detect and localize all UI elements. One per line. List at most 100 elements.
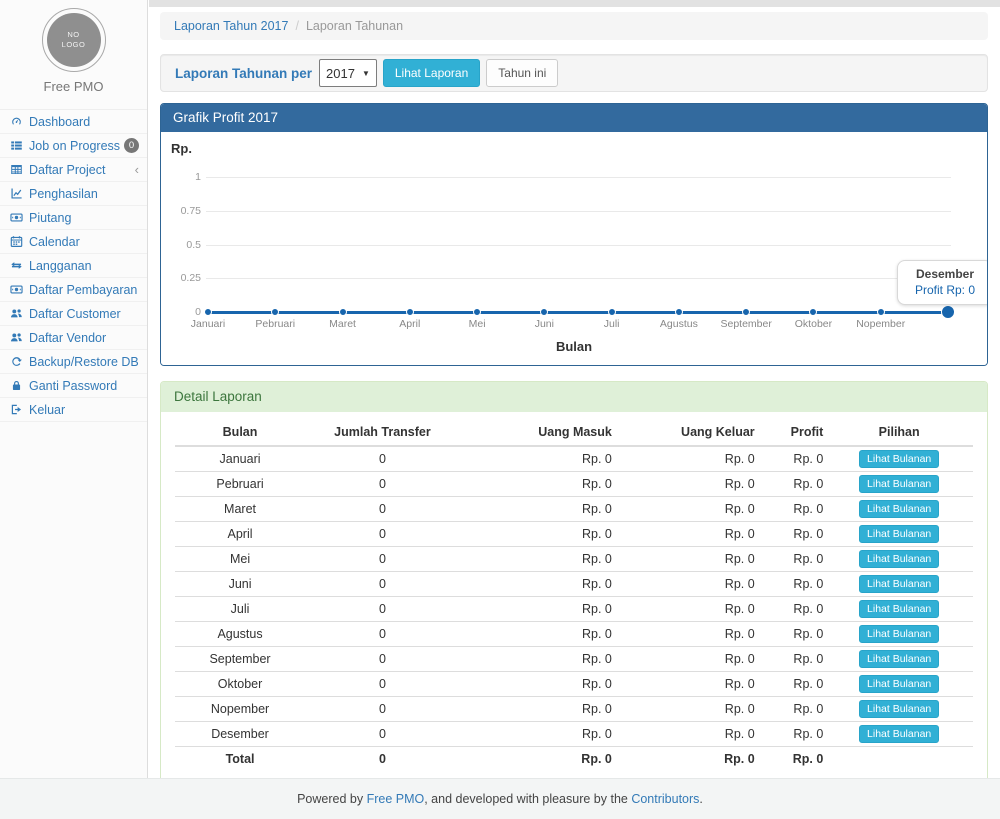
- footer-text-middle: , and developed with pleasure by the: [424, 792, 631, 806]
- table-header-row: BulanJumlah TransferUang MasukUang Kelua…: [175, 419, 973, 446]
- view-monthly-button[interactable]: Lihat Bulanan: [859, 475, 939, 493]
- view-monthly-button[interactable]: Lihat Bulanan: [859, 650, 939, 668]
- breadcrumb-current: Laporan Tahunan: [306, 19, 403, 33]
- view-monthly-button[interactable]: Lihat Bulanan: [859, 500, 939, 518]
- sidebar-item-calendar[interactable]: Calendar: [0, 230, 147, 254]
- sidebar-item-label: Ganti Password: [29, 379, 117, 393]
- cell-pilihan: Lihat Bulanan: [825, 572, 973, 597]
- gridline-y-0.75: [206, 211, 951, 212]
- current-year-button[interactable]: Tahun ini: [486, 59, 558, 87]
- cell-pilihan: [825, 747, 973, 771]
- sidebar-item-piutang[interactable]: Piutang: [0, 206, 147, 230]
- sidebar-item-penghasilan[interactable]: Penghasilan: [0, 182, 147, 206]
- cell-bulan: Maret: [175, 497, 305, 522]
- cell-bulan: Oktober: [175, 672, 305, 697]
- users-icon: [10, 307, 23, 320]
- cell-pilihan: Lihat Bulanan: [825, 697, 973, 722]
- x-tick-label: September: [711, 318, 781, 330]
- data-point-september[interactable]: [742, 308, 750, 316]
- cell-pilihan: Lihat Bulanan: [825, 547, 973, 572]
- sidebar: NO LOGO Free PMO DashboardJob on Progres…: [0, 0, 148, 778]
- cell-bulan: Mei: [175, 547, 305, 572]
- column-header-uang-masuk: Uang Masuk: [460, 419, 614, 446]
- view-monthly-button[interactable]: Lihat Bulanan: [859, 450, 939, 468]
- cell-profit: Rp. 0: [757, 647, 826, 672]
- cell-uang_keluar: Rp. 0: [614, 547, 757, 572]
- cell-bulan: Juni: [175, 572, 305, 597]
- view-monthly-button[interactable]: Lihat Bulanan: [859, 700, 939, 718]
- view-monthly-button[interactable]: Lihat Bulanan: [859, 600, 939, 618]
- data-point-pebruari[interactable]: [271, 308, 279, 316]
- view-monthly-button[interactable]: Lihat Bulanan: [859, 675, 939, 693]
- cell-jumlah_transfer: 0: [305, 522, 460, 547]
- users-icon: [10, 331, 23, 344]
- view-monthly-button[interactable]: Lihat Bulanan: [859, 525, 939, 543]
- data-point-mei[interactable]: [473, 308, 481, 316]
- footer-text-prefix: Powered by: [297, 792, 366, 806]
- sidebar-item-daftar-project[interactable]: Daftar Project‹: [0, 158, 147, 182]
- profit-chart: Rp. 10.750.50.250JanuariPebruariMaretApr…: [161, 132, 987, 365]
- data-point-april[interactable]: [406, 308, 414, 316]
- detail-report-title: Detail Laporan: [161, 382, 987, 412]
- cell-profit: Rp. 0: [757, 697, 826, 722]
- view-monthly-button[interactable]: Lihat Bulanan: [859, 725, 939, 743]
- dashboard-icon: [10, 115, 23, 128]
- cell-pilihan: Lihat Bulanan: [825, 522, 973, 547]
- sidebar-item-label: Dashboard: [29, 115, 90, 129]
- cell-pilihan: Lihat Bulanan: [825, 622, 973, 647]
- sidebar-item-langganan[interactable]: Langganan: [0, 254, 147, 278]
- sidebar-item-ganti-password[interactable]: Ganti Password: [0, 374, 147, 398]
- data-point-maret[interactable]: [339, 308, 347, 316]
- sidebar-item-daftar-vendor[interactable]: Daftar Vendor: [0, 326, 147, 350]
- sidebar-item-daftar-pembayaran[interactable]: Daftar Pembayaran: [0, 278, 147, 302]
- sidebar-item-job-on-progress[interactable]: Job on Progress0: [0, 134, 147, 158]
- breadcrumb-link[interactable]: Laporan Tahun 2017: [174, 19, 288, 33]
- x-tick-label: Maret: [308, 318, 378, 330]
- data-point-juni[interactable]: [540, 308, 548, 316]
- view-monthly-button[interactable]: Lihat Bulanan: [859, 550, 939, 568]
- cell-jumlah_transfer: 0: [305, 672, 460, 697]
- retweet-icon: [10, 259, 23, 272]
- monthly-report-table: BulanJumlah TransferUang MasukUang Kelua…: [175, 419, 973, 771]
- profit-chart-panel: Grafik Profit 2017 Rp. 10.750.50.250Janu…: [160, 103, 988, 366]
- free-pmo-link[interactable]: Free PMO: [367, 792, 425, 806]
- view-report-button[interactable]: Lihat Laporan: [383, 59, 480, 87]
- x-axis-title: Bulan: [161, 339, 987, 354]
- cell-pilihan: Lihat Bulanan: [825, 497, 973, 522]
- table-row-oktober: Oktober0Rp. 0Rp. 0Rp. 0Lihat Bulanan: [175, 672, 973, 697]
- data-point-juli[interactable]: [608, 308, 616, 316]
- data-point-nopember[interactable]: [877, 308, 885, 316]
- data-point-agustus[interactable]: [675, 308, 683, 316]
- cell-uang_keluar: Rp. 0: [614, 522, 757, 547]
- cell-bulan: Januari: [175, 446, 305, 472]
- line-chart-icon: [10, 187, 23, 200]
- cell-jumlah_transfer: 0: [305, 497, 460, 522]
- chart-tooltip: Desember Profit Rp: 0: [897, 260, 987, 305]
- y-tick-label: 0: [163, 306, 201, 318]
- view-monthly-button[interactable]: Lihat Bulanan: [859, 625, 939, 643]
- sidebar-item-dashboard[interactable]: Dashboard: [0, 110, 147, 134]
- view-monthly-button[interactable]: Lihat Bulanan: [859, 575, 939, 593]
- cell-bulan: Agustus: [175, 622, 305, 647]
- table-row-januari: Januari0Rp. 0Rp. 0Rp. 0Lihat Bulanan: [175, 446, 973, 472]
- total-row: Total0Rp. 0Rp. 0Rp. 0: [175, 747, 973, 771]
- sidebar-item-backup-restore-db[interactable]: Backup/Restore DB: [0, 350, 147, 374]
- data-point-oktober[interactable]: [809, 308, 817, 316]
- cell-pilihan: Lihat Bulanan: [825, 672, 973, 697]
- sidebar-item-daftar-customer[interactable]: Daftar Customer: [0, 302, 147, 326]
- filter-label: Laporan Tahunan per: [175, 66, 312, 81]
- no-logo-badge: NO LOGO: [47, 13, 101, 67]
- sidebar-item-keluar[interactable]: Keluar: [0, 398, 147, 422]
- contributors-link[interactable]: Contributors: [631, 792, 699, 806]
- y-tick-label: 0.5: [163, 239, 201, 251]
- data-point-januari[interactable]: [204, 308, 212, 316]
- year-select[interactable]: 2017 ▼: [319, 59, 377, 87]
- cell-uang_keluar: Rp. 0: [614, 722, 757, 747]
- cell-jumlah_transfer: 0: [305, 472, 460, 497]
- data-point-desember[interactable]: [941, 305, 955, 319]
- cell-uang_keluar: Rp. 0: [614, 672, 757, 697]
- table-row-agustus: Agustus0Rp. 0Rp. 0Rp. 0Lihat Bulanan: [175, 622, 973, 647]
- y-tick-label: 0.25: [163, 272, 201, 284]
- cell-jumlah_transfer: 0: [305, 697, 460, 722]
- table-row-april: April0Rp. 0Rp. 0Rp. 0Lihat Bulanan: [175, 522, 973, 547]
